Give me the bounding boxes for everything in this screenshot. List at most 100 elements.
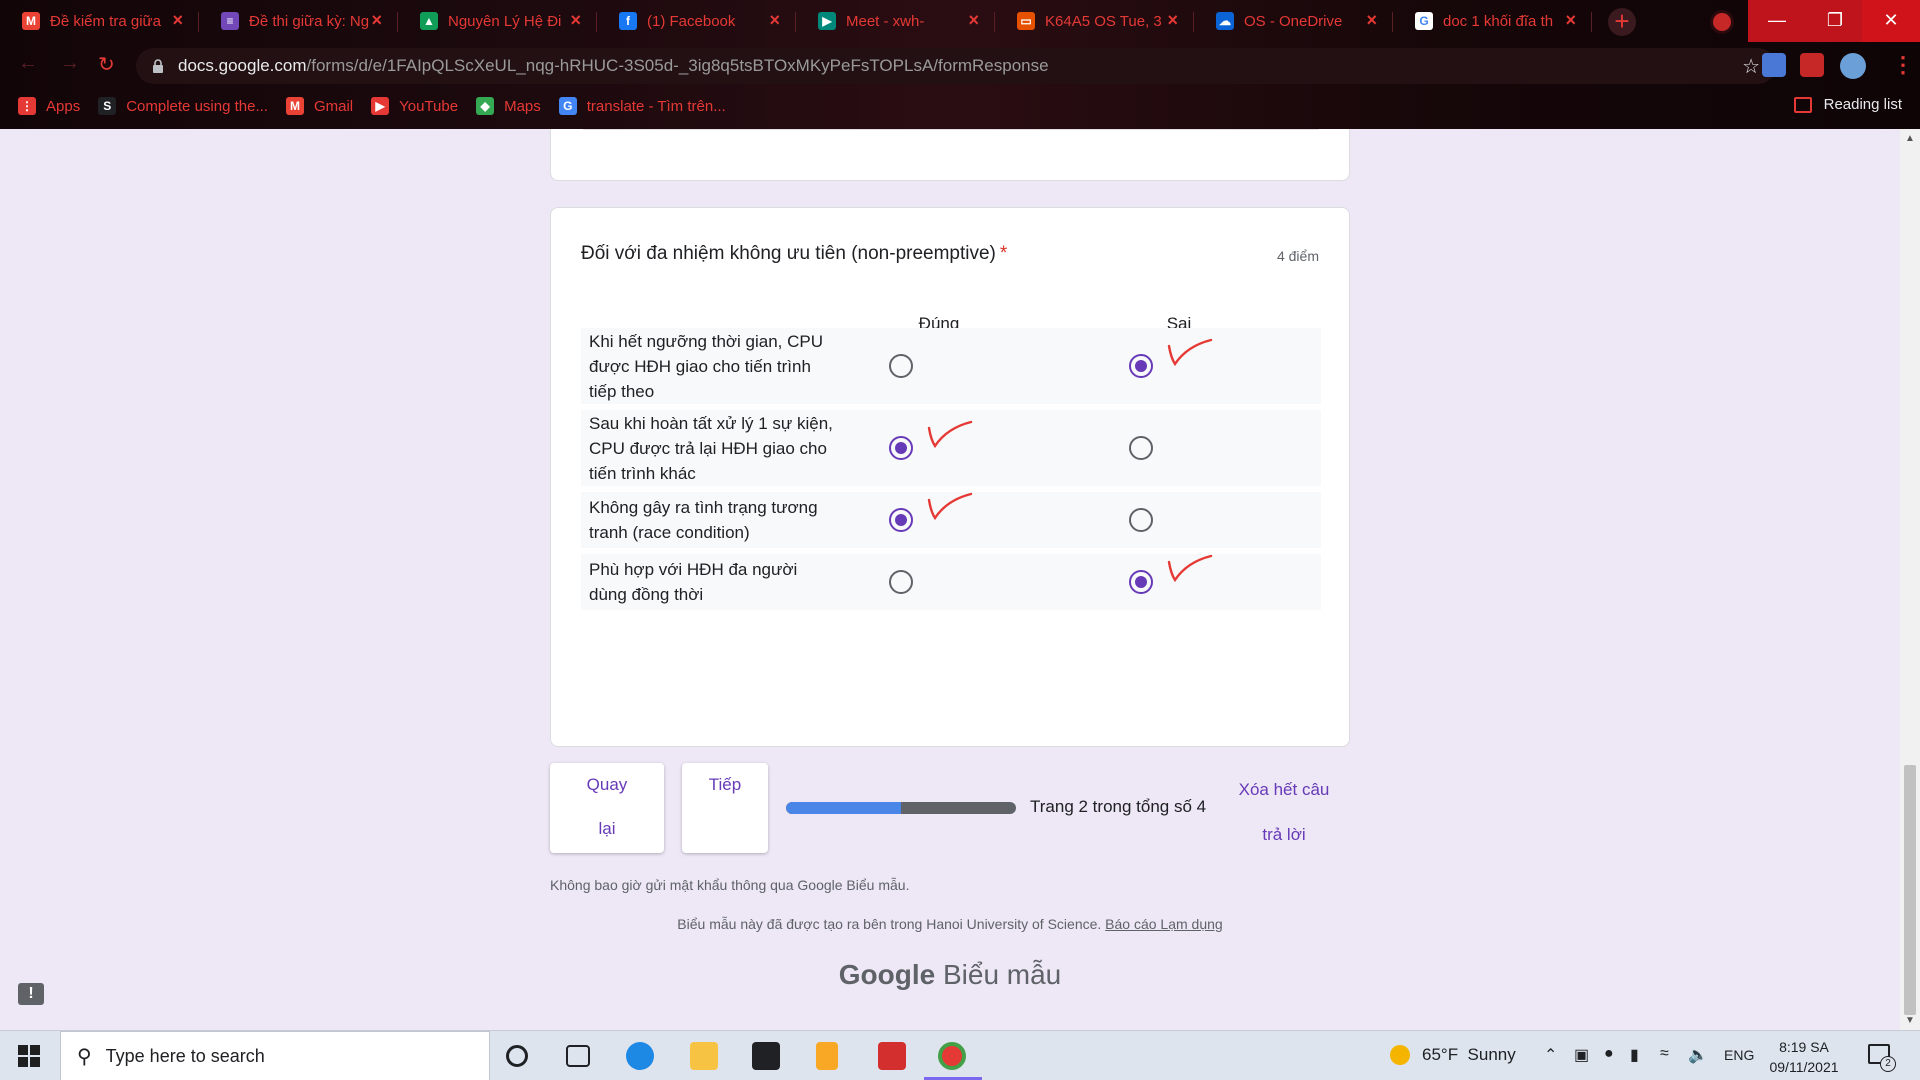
grid-question-card: Đối với đa nhiệm không ưu tiên (non-pree… xyxy=(550,207,1350,747)
tab-close-icon[interactable]: × xyxy=(1565,10,1576,31)
weather-widget[interactable]: 65°F Sunny xyxy=(1390,1045,1516,1065)
system-clock[interactable]: 8:19 SA 09/11/2021 xyxy=(1762,1037,1846,1077)
reading-list-button[interactable]: Reading list xyxy=(1793,96,1902,113)
tab-close-icon[interactable]: × xyxy=(371,10,382,31)
reading-list-label: Reading list xyxy=(1823,96,1902,113)
browser-tab[interactable]: ≡ Đề thi giữa kỳ: Ng × xyxy=(199,0,398,42)
clock-date: 09/11/2021 xyxy=(1769,1059,1839,1075)
browser-menu-icon[interactable]: ⋮ xyxy=(1892,52,1914,78)
next-button[interactable]: Tiếp xyxy=(682,763,768,853)
previous-question-card xyxy=(550,129,1350,181)
feedback-icon[interactable]: ! xyxy=(18,983,44,1005)
tab-close-icon[interactable]: × xyxy=(1167,10,1178,31)
question-title-text: Đối với đa nhiệm không ưu tiên (non-pree… xyxy=(581,243,996,264)
radio-dung[interactable] xyxy=(889,354,913,378)
bookmark-item[interactable]: ◆ Maps xyxy=(476,97,541,115)
tab-close-icon[interactable]: × xyxy=(172,10,183,31)
wps-office-icon[interactable] xyxy=(878,1042,906,1070)
puzzle-extension-icon[interactable] xyxy=(1800,53,1824,77)
scrollbar-thumb[interactable] xyxy=(1904,765,1916,1015)
forward-arrow-icon[interactable]: → xyxy=(60,52,80,75)
window-close-button[interactable]: ✕ xyxy=(1862,0,1920,42)
notification-badge: 2 xyxy=(1880,1056,1896,1072)
file-explorer-icon[interactable] xyxy=(690,1042,718,1070)
new-tab-button[interactable]: + xyxy=(1608,8,1636,36)
tab-close-icon[interactable]: × xyxy=(968,10,979,31)
grid-row: Không gây ra tình trạng tương tranh (rac… xyxy=(581,492,1321,548)
translate-extension-icon[interactable] xyxy=(1762,53,1786,77)
page-scrollbar[interactable]: ▲ ▼ xyxy=(1900,129,1920,1030)
bookmark-label: Apps xyxy=(46,97,81,115)
google-forms-icon: ≡ xyxy=(221,12,239,30)
tab-close-icon[interactable]: × xyxy=(769,10,780,31)
report-abuse-link[interactable]: Báo cáo Lạm dụng xyxy=(1105,916,1223,932)
bookmark-item[interactable]: M Gmail xyxy=(285,97,353,115)
browser-tab[interactable]: f (1) Facebook × xyxy=(597,0,796,42)
handwritten-checkmark xyxy=(925,490,975,529)
youtube-icon: ▶ xyxy=(371,97,390,115)
google-drive-icon: ▲ xyxy=(420,12,438,30)
windows-start-icon[interactable] xyxy=(18,1045,40,1067)
wifi-icon[interactable]: ≈ xyxy=(1660,1045,1669,1063)
task-view-icon[interactable] xyxy=(566,1045,590,1067)
cortana-icon[interactable] xyxy=(506,1045,528,1067)
radio-dung[interactable] xyxy=(889,570,913,594)
radio-sai[interactable] xyxy=(1129,436,1153,460)
battery-icon[interactable]: ▮ xyxy=(1630,1045,1639,1065)
bookmark-item[interactable]: S Complete using the... xyxy=(98,97,268,115)
bookmark-star-icon[interactable]: ☆ xyxy=(1742,54,1760,79)
grid-row: Sau khi hoàn tất xử lý 1 sự kiện, CPU đư… xyxy=(581,410,1321,486)
extension-record-icon[interactable] xyxy=(1710,10,1734,34)
tab-close-icon[interactable]: × xyxy=(1366,10,1377,31)
onedrive-icon: ☁ xyxy=(1216,12,1234,30)
volume-icon[interactable]: 🔈 xyxy=(1688,1045,1708,1065)
window-restore-button[interactable]: ❐ xyxy=(1806,0,1864,42)
gmail-icon: M xyxy=(22,12,40,30)
scroll-up-icon[interactable]: ▲ xyxy=(1905,133,1915,144)
browser-tab[interactable]: ▶ Meet - xwh- × xyxy=(796,0,995,42)
browser-tab[interactable]: M Đề kiểm tra giữa × xyxy=(0,0,199,42)
bookmark-label: YouTube xyxy=(399,97,459,115)
browser-tab[interactable]: Gdoc 1 khối đĩa th × xyxy=(1393,0,1592,42)
meet-now-icon[interactable]: ▣ xyxy=(1574,1045,1589,1065)
radio-sai[interactable] xyxy=(1129,508,1153,532)
window-minimize-button[interactable]: — xyxy=(1748,0,1806,42)
edge-icon[interactable] xyxy=(626,1042,654,1070)
browser-tab[interactable]: ▭ K64A5 OS Tue, 3 × xyxy=(995,0,1194,42)
browser-tab[interactable]: ☁ OS - OneDrive × xyxy=(1194,0,1393,42)
sun-icon xyxy=(1390,1045,1410,1065)
progress-fill xyxy=(786,802,901,814)
bookmark-label: Complete using the... xyxy=(126,97,268,115)
radio-dung[interactable] xyxy=(889,436,913,460)
bookmark-item[interactable]: ⋮ Apps xyxy=(18,97,80,115)
required-asterisk: * xyxy=(999,243,1008,264)
radio-dung[interactable] xyxy=(889,508,913,532)
profile-avatar[interactable] xyxy=(1840,53,1866,79)
google-forms-logo[interactable]: Google Biểu mẫu xyxy=(550,959,1350,991)
reading-list-icon xyxy=(1793,96,1812,113)
chrome-icon[interactable] xyxy=(938,1042,966,1070)
browser-tab[interactable]: ▲ Nguyên Lý Hệ Đi × xyxy=(398,0,597,42)
bookmark-item[interactable]: ▶ YouTube xyxy=(371,97,458,115)
sticky-notes-icon[interactable] xyxy=(816,1042,838,1070)
bookmark-item[interactable]: Gtranslate - Tìm trên... xyxy=(558,97,726,115)
clear-form-button[interactable]: Xóa hết câu trả lời xyxy=(1228,767,1340,857)
taskbar-search-input[interactable]: ⚲ Type here to search xyxy=(60,1031,490,1080)
reload-icon[interactable]: ↻ xyxy=(98,52,115,77)
back-arrow-icon[interactable]: ← xyxy=(18,52,38,75)
radio-sai[interactable] xyxy=(1129,570,1153,594)
tab-close-icon[interactable]: × xyxy=(570,10,581,31)
chevron-up-icon[interactable]: ⌃ xyxy=(1544,1045,1557,1065)
store-icon[interactable] xyxy=(752,1042,780,1070)
maps-icon: ◆ xyxy=(476,97,495,115)
back-button[interactable]: Quay lại xyxy=(550,763,664,853)
clear-form-label: Xóa hết câu xyxy=(1238,780,1330,799)
microphone-icon[interactable]: ● xyxy=(1604,1045,1614,1063)
radio-sai[interactable] xyxy=(1129,354,1153,378)
password-warning: Không bao giờ gửi mật khẩu thông qua Goo… xyxy=(550,877,910,893)
address-bar[interactable]: docs.google.com/forms/d/e/1FAIpQLScXeUL_… xyxy=(136,48,1776,84)
browser-chrome: M Đề kiểm tra giữa × ≡ Đề thi giữa kỳ: Ng × ▲ N… xyxy=(0,0,1920,129)
language-indicator[interactable]: ENG xyxy=(1724,1047,1754,1063)
scroll-down-icon[interactable]: ▼ xyxy=(1905,1015,1915,1026)
back-button-label: Quay xyxy=(586,775,628,794)
